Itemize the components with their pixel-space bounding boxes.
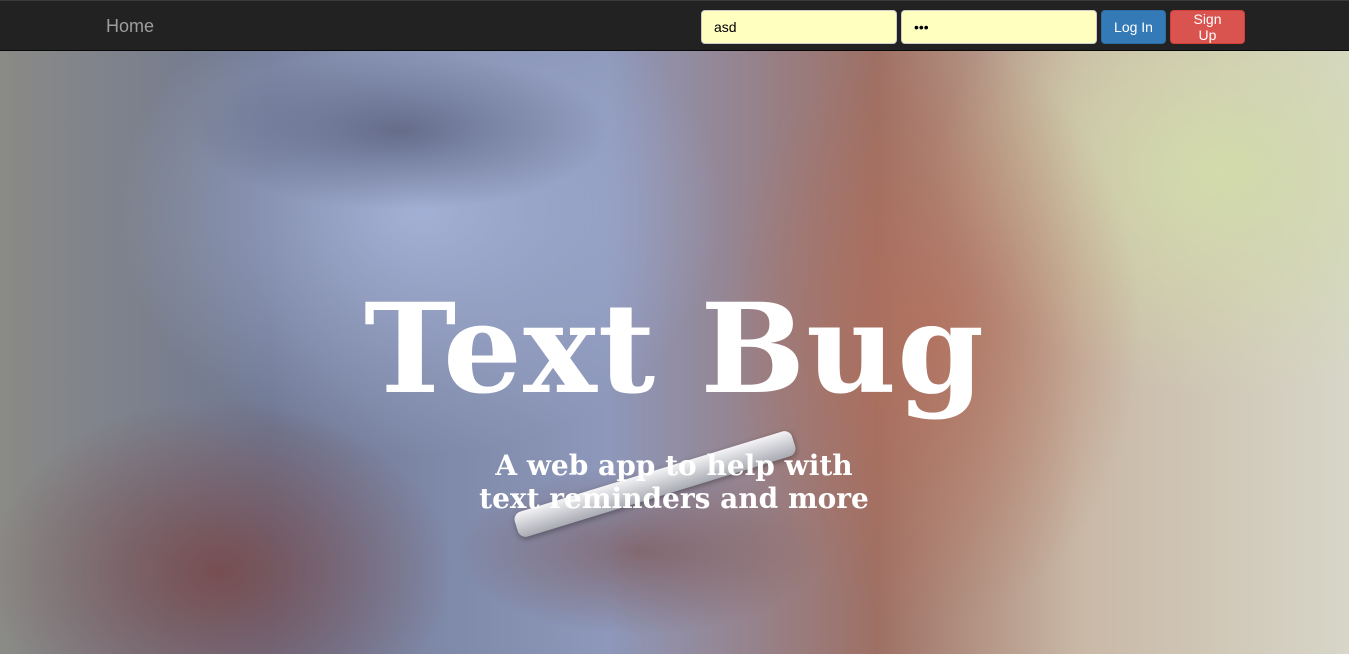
hero-background-shading xyxy=(190,51,610,211)
password-input[interactable] xyxy=(901,10,1097,44)
signup-button[interactable]: Sign Up xyxy=(1170,10,1245,44)
top-navbar: Home Log In Sign Up xyxy=(0,0,1349,51)
hero-title: Text Bug xyxy=(364,277,985,422)
home-link[interactable]: Home xyxy=(106,16,154,37)
hero-section: Text Bug A web app to help with text rem… xyxy=(0,51,1349,654)
username-input[interactable] xyxy=(701,10,897,44)
login-button[interactable]: Log In xyxy=(1101,10,1166,44)
hero-subtitle: A web app to help with text reminders an… xyxy=(479,449,869,515)
